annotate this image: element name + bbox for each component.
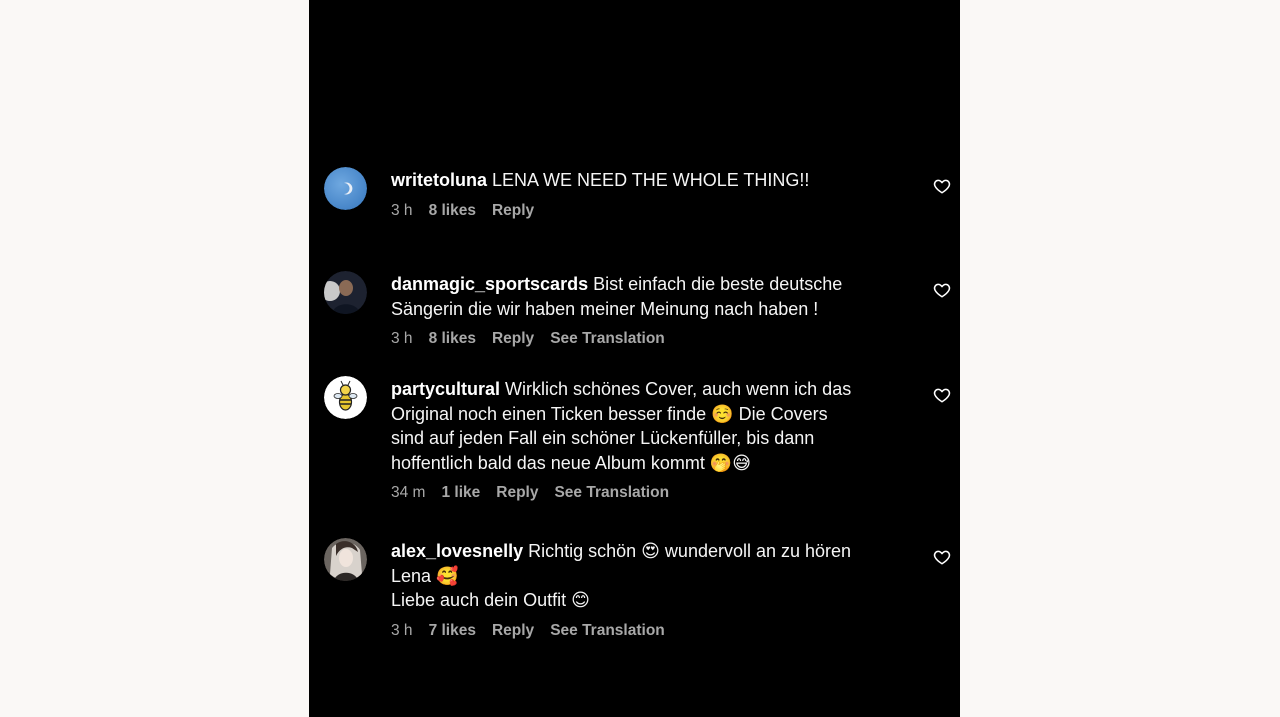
avatar[interactable] bbox=[324, 538, 367, 581]
reply-button[interactable]: Reply bbox=[496, 484, 538, 502]
comment-body: alex_lovesnelly Richtig schön 😍 wundervo… bbox=[391, 539, 861, 640]
heart-outline-icon[interactable] bbox=[933, 548, 951, 566]
reply-button[interactable]: Reply bbox=[492, 330, 534, 348]
heart-outline-icon[interactable] bbox=[933, 386, 951, 404]
heart-outline-icon[interactable] bbox=[933, 281, 951, 299]
comment-text: partycultural Wirklich schönes Cover, au… bbox=[391, 377, 861, 475]
see-translation-button[interactable]: See Translation bbox=[550, 622, 665, 640]
comment-time: 3 h bbox=[391, 201, 413, 219]
comment-body: writetoluna LENA WE NEED THE WHOLE THING… bbox=[391, 168, 861, 220]
comment-time: 3 h bbox=[391, 621, 413, 639]
comment-username[interactable]: alex_lovesnelly bbox=[391, 541, 523, 561]
heart-outline-icon[interactable] bbox=[933, 177, 951, 195]
avatar[interactable] bbox=[324, 271, 367, 314]
comment-username[interactable]: writetoluna bbox=[391, 170, 487, 190]
comment-likes[interactable]: 8 likes bbox=[429, 330, 476, 348]
comment-body: partycultural Wirklich schönes Cover, au… bbox=[391, 377, 861, 502]
avatar[interactable] bbox=[324, 167, 367, 210]
comment-meta: 34 m 1 like Reply See Translation bbox=[391, 484, 861, 502]
comment-meta: 3 h 8 likes Reply bbox=[391, 202, 861, 220]
comment-likes[interactable]: 7 likes bbox=[429, 622, 476, 640]
comment-text: alex_lovesnelly Richtig schön 😍 wundervo… bbox=[391, 539, 861, 613]
comment-time: 3 h bbox=[391, 330, 413, 347]
comment-likes[interactable]: 1 like bbox=[441, 484, 480, 502]
comment-likes[interactable]: 8 likes bbox=[429, 202, 476, 220]
see-translation-button[interactable]: See Translation bbox=[550, 330, 665, 348]
comment-username[interactable]: danmagic_sportscards bbox=[391, 274, 588, 294]
comment-meta: 3 h 7 likes Reply See Translation bbox=[391, 622, 861, 640]
comment-text: danmagic_sportscards Bist einfach die be… bbox=[391, 272, 861, 321]
avatar[interactable] bbox=[324, 376, 367, 419]
comment-time: 34 m bbox=[391, 484, 426, 501]
comments-panel: writetoluna LENA WE NEED THE WHOLE THING… bbox=[309, 0, 960, 717]
see-translation-button[interactable]: See Translation bbox=[554, 484, 669, 502]
reply-button[interactable]: Reply bbox=[492, 202, 534, 220]
comment-message: LENA WE NEED THE WHOLE THING!! bbox=[492, 170, 810, 190]
comment-meta: 3 h 8 likes Reply See Translation bbox=[391, 330, 861, 348]
comment-body: danmagic_sportscards Bist einfach die be… bbox=[391, 272, 861, 348]
comment-username[interactable]: partycultural bbox=[391, 379, 500, 399]
comment-text: writetoluna LENA WE NEED THE WHOLE THING… bbox=[391, 168, 861, 193]
reply-button[interactable]: Reply bbox=[492, 622, 534, 640]
